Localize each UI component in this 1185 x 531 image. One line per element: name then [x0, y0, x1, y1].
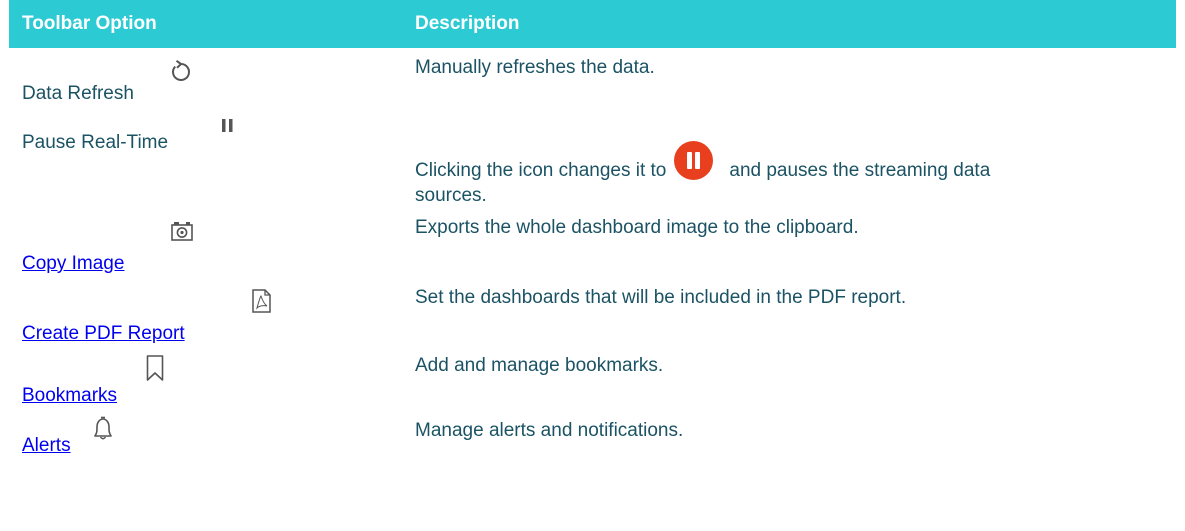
refresh-icon[interactable]	[164, 54, 198, 88]
option-cell: Alerts	[9, 412, 402, 462]
option-cell: Bookmarks	[9, 350, 402, 412]
option-label-bookmarks: Bookmarks	[22, 385, 117, 407]
description-pause-real-time: Clicking the icon changes it to and pause…	[415, 141, 990, 208]
option-label-data-refresh: Data Refresh	[22, 83, 134, 104]
alerts-link[interactable]: Alerts	[22, 435, 71, 456]
description-text-line2: sources.	[415, 185, 487, 206]
pause-active-icon	[674, 141, 714, 180]
option-cell: Copy Image	[9, 210, 402, 280]
table-row: Data Refresh Manually refreshes the data…	[9, 48, 1176, 110]
copy-image-link[interactable]: Copy Image	[22, 253, 124, 274]
table-row: Pause Real-Time Clicking the icon change…	[9, 110, 1176, 210]
description-text-after: and pauses the streaming data	[729, 160, 991, 181]
description-cell: Set the dashboards that will be included…	[402, 280, 1176, 350]
pdf-icon[interactable]	[244, 283, 278, 319]
table-row: Bookmarks Add and manage bookmarks.	[9, 350, 1176, 412]
table-row: Copy Image Exports the whole dashboard i…	[9, 210, 1176, 280]
table-header-row: Toolbar Option Description	[9, 0, 1176, 48]
option-label-pause-real-time: Pause Real-Time	[22, 132, 169, 153]
description-bookmarks: Add and manage bookmarks.	[415, 355, 664, 376]
toolbar-options-table: Toolbar Option Description Data Refresh …	[9, 0, 1176, 462]
option-label-alerts: Alerts	[22, 435, 71, 457]
description-create-pdf-report: Set the dashboards that will be included…	[415, 287, 907, 308]
bookmarks-link[interactable]: Bookmarks	[22, 385, 117, 406]
option-label-copy-image: Copy Image	[22, 253, 124, 275]
description-cell: Exports the whole dashboard image to the…	[402, 210, 1176, 280]
option-cell: Create PDF Report	[9, 280, 402, 350]
header-toolbar-option: Toolbar Option	[9, 0, 402, 48]
option-cell: Data Refresh	[9, 48, 402, 110]
description-copy-image: Exports the whole dashboard image to the…	[415, 217, 859, 238]
description-cell: Clicking the icon changes it to and pause…	[402, 110, 1176, 210]
option-cell: Pause Real-Time	[9, 110, 402, 210]
description-cell: Manually refreshes the data.	[402, 48, 1176, 110]
bookmark-icon[interactable]	[140, 351, 170, 385]
description-cell: Add and manage bookmarks.	[402, 350, 1176, 412]
description-data-refresh: Manually refreshes the data.	[415, 57, 655, 78]
header-description: Description	[402, 0, 1176, 48]
description-alerts: Manage alerts and notifications.	[415, 420, 684, 441]
pause-icon[interactable]	[212, 111, 242, 141]
description-cell: Manage alerts and notifications.	[402, 412, 1176, 462]
table-row: Create PDF Report Set the dashboards tha…	[9, 280, 1176, 350]
camera-icon[interactable]	[165, 214, 199, 248]
table-row: Alerts Manage alerts and notifications.	[9, 412, 1176, 462]
create-pdf-report-link[interactable]: Create PDF Report	[22, 323, 185, 344]
bell-icon[interactable]	[86, 412, 120, 446]
description-text-before: Clicking the icon changes it to	[415, 160, 667, 181]
option-label-create-pdf-report: Create PDF Report	[22, 323, 185, 345]
